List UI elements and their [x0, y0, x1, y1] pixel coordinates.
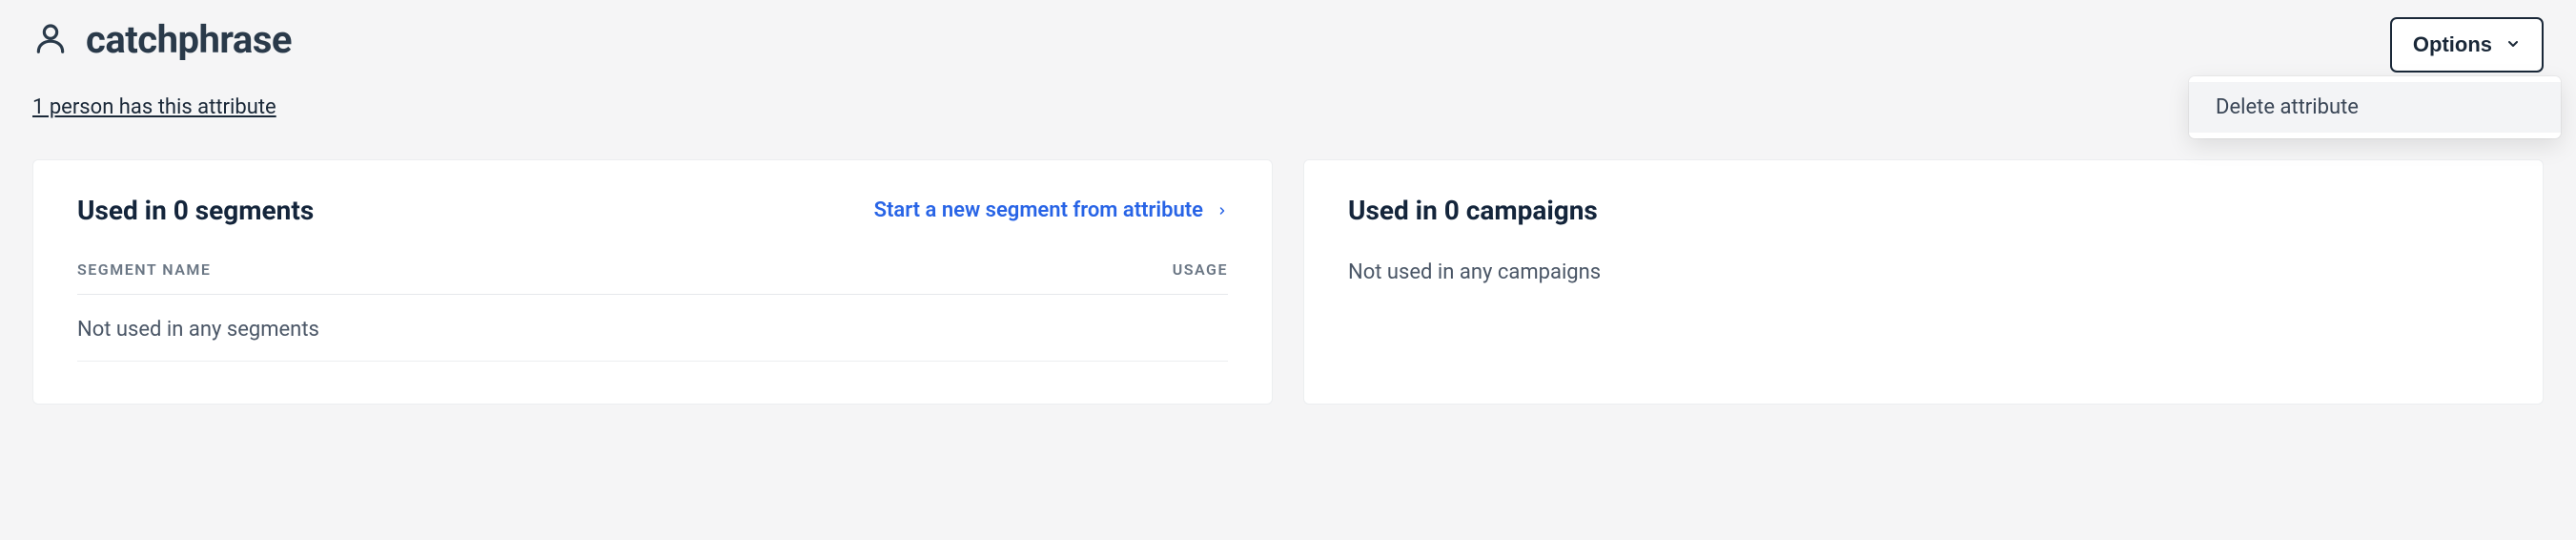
- campaigns-card-header: Used in 0 campaigns: [1348, 195, 2499, 226]
- segments-card-title: Used in 0 segments: [77, 195, 314, 226]
- segments-col-usage: USAGE: [1173, 260, 1228, 279]
- segments-col-name: SEGMENT NAME: [77, 260, 211, 279]
- segments-table-header: SEGMENT NAME USAGE: [77, 260, 1228, 295]
- delete-attribute-item[interactable]: Delete attribute: [2189, 82, 2561, 133]
- cards-row: Used in 0 segments Start a new segment f…: [32, 159, 2544, 405]
- attribute-count-link[interactable]: 1 person has this attribute: [32, 95, 276, 119]
- segments-card-header: Used in 0 segments Start a new segment f…: [77, 195, 1228, 226]
- chevron-down-icon: [2505, 32, 2521, 57]
- person-icon: [32, 20, 69, 60]
- start-segment-link[interactable]: Start a new segment from attribute: [874, 198, 1228, 222]
- options-dropdown-wrap: Options Delete attribute: [2390, 17, 2544, 73]
- campaigns-empty-text: Not used in any campaigns: [1348, 260, 2499, 284]
- chevron-right-icon: [1216, 198, 1228, 222]
- page-title: catchphrase: [86, 17, 292, 62]
- start-segment-label: Start a new segment from attribute: [874, 198, 1203, 222]
- title-group: catchphrase: [32, 17, 292, 62]
- campaigns-card-title: Used in 0 campaigns: [1348, 195, 1598, 226]
- options-button-label: Options: [2413, 32, 2492, 57]
- options-dropdown-menu: Delete attribute: [2189, 76, 2561, 138]
- campaigns-card: Used in 0 campaigns Not used in any camp…: [1303, 159, 2544, 405]
- segments-empty-row: Not used in any segments: [77, 295, 1228, 362]
- options-button[interactable]: Options: [2390, 17, 2544, 73]
- segments-card: Used in 0 segments Start a new segment f…: [32, 159, 1273, 405]
- page-header: catchphrase Options Delete attribute: [32, 17, 2544, 73]
